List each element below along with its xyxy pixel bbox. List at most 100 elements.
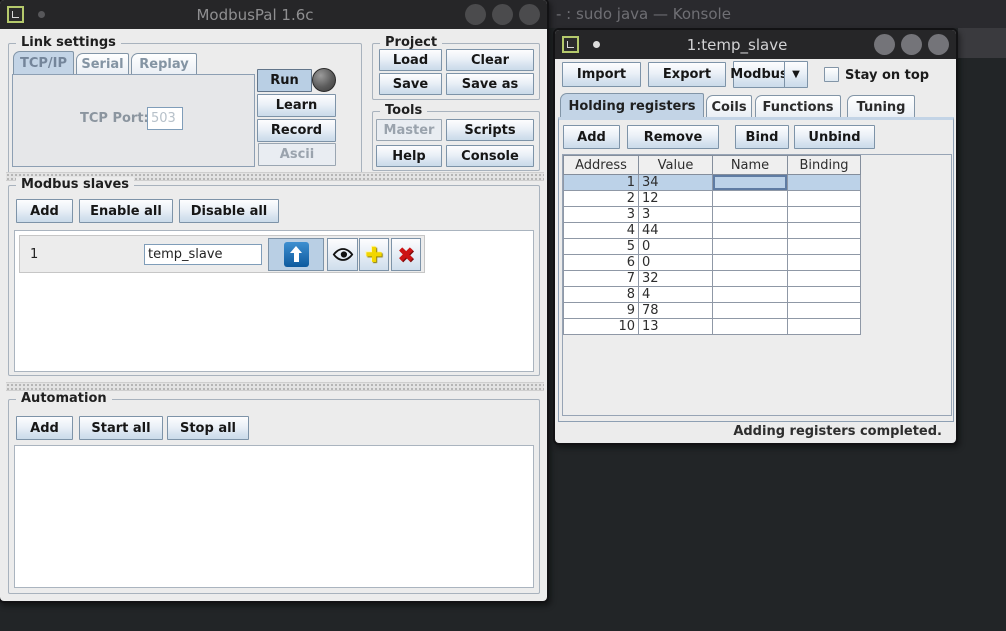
table-row[interactable]: 60	[564, 255, 861, 271]
table-cell[interactable]: 9	[564, 303, 639, 319]
table-cell[interactable]	[788, 223, 861, 239]
register-unbind-button[interactable]: Unbind	[794, 125, 875, 149]
table-cell[interactable]	[713, 223, 788, 239]
tab-holding-registers[interactable]: Holding registers	[560, 93, 704, 118]
table-row[interactable]: 50	[564, 239, 861, 255]
register-add-button[interactable]: Add	[563, 125, 620, 149]
titlebar-close-button[interactable]	[928, 34, 949, 55]
stay-on-top-checkbox[interactable]	[824, 67, 839, 82]
tcp-port-input[interactable]	[147, 107, 183, 130]
table-cell[interactable]	[713, 239, 788, 255]
column-header[interactable]: Address	[564, 156, 639, 175]
table-cell[interactable]: 3	[639, 207, 713, 223]
splitter-handle-2[interactable]	[6, 382, 544, 391]
table-cell[interactable]: 7	[564, 271, 639, 287]
titlebar-minimize-button[interactable]	[465, 4, 486, 25]
table-row[interactable]: 134	[564, 175, 861, 191]
save-button[interactable]: Save	[379, 73, 442, 95]
table-row[interactable]: 732	[564, 271, 861, 287]
slave-row[interactable]: 1 ✚ ✖	[19, 235, 425, 273]
load-button[interactable]: Load	[379, 49, 442, 71]
modbus-combo-arrow[interactable]: ▼	[784, 61, 808, 88]
automation-add-button[interactable]: Add	[16, 416, 73, 440]
window-menu-dot-icon[interactable]	[593, 41, 600, 48]
table-cell[interactable]: 4	[639, 287, 713, 303]
table-cell[interactable]: 13	[639, 319, 713, 335]
master-button[interactable]: Master	[376, 119, 442, 141]
slave-enable-toggle[interactable]	[268, 238, 324, 271]
titlebar-close-button[interactable]	[519, 4, 540, 25]
slaves-add-button[interactable]: Add	[16, 199, 73, 223]
table-cell[interactable]	[788, 175, 861, 191]
tab-replay[interactable]: Replay	[131, 53, 197, 75]
table-cell[interactable]	[713, 207, 788, 223]
titlebar-maximize-button[interactable]	[901, 34, 922, 55]
table-cell[interactable]: 32	[639, 271, 713, 287]
table-row[interactable]: 212	[564, 191, 861, 207]
slave-name-input[interactable]	[144, 244, 262, 265]
table-row[interactable]: 84	[564, 287, 861, 303]
slave-add-automation-button[interactable]: ✚	[359, 238, 389, 271]
table-cell[interactable]: 0	[639, 255, 713, 271]
table-cell[interactable]	[713, 191, 788, 207]
register-remove-button[interactable]: Remove	[627, 125, 719, 149]
record-button[interactable]: Record	[257, 119, 336, 142]
table-cell[interactable]	[713, 287, 788, 303]
tab-tcpip[interactable]: TCP/IP	[13, 51, 74, 75]
table-row[interactable]: 978	[564, 303, 861, 319]
titlebar-minimize-button[interactable]	[874, 34, 895, 55]
slave-titlebar[interactable]: 1:temp_slave	[555, 30, 956, 59]
enable-all-button[interactable]: Enable all	[79, 199, 173, 223]
registers-scrollpane[interactable]: AddressValueNameBinding 1342123344450607…	[562, 154, 952, 416]
ascii-button[interactable]: Ascii	[258, 143, 336, 166]
modbus-combo-value[interactable]: Modbus	[733, 61, 785, 88]
table-cell[interactable]: 12	[639, 191, 713, 207]
table-cell[interactable]: 3	[564, 207, 639, 223]
column-header[interactable]: Name	[713, 156, 788, 175]
tab-tuning[interactable]: Tuning	[847, 95, 915, 118]
export-button[interactable]: Export	[648, 62, 726, 87]
table-cell[interactable]: 10	[564, 319, 639, 335]
table-row[interactable]: 1013	[564, 319, 861, 335]
table-row[interactable]: 444	[564, 223, 861, 239]
table-cell[interactable]	[713, 303, 788, 319]
start-all-button[interactable]: Start all	[79, 416, 163, 440]
help-button[interactable]: Help	[376, 145, 442, 167]
slave-delete-button[interactable]: ✖	[391, 238, 421, 271]
table-cell[interactable]	[788, 255, 861, 271]
table-cell[interactable]	[713, 255, 788, 271]
table-cell[interactable]: 78	[639, 303, 713, 319]
table-cell[interactable]	[713, 319, 788, 335]
column-header[interactable]: Binding	[788, 156, 861, 175]
register-bind-button[interactable]: Bind	[735, 125, 789, 149]
tab-functions[interactable]: Functions	[755, 95, 841, 118]
table-cell[interactable]: 44	[639, 223, 713, 239]
stop-all-button[interactable]: Stop all	[167, 416, 249, 440]
table-cell[interactable]	[788, 271, 861, 287]
table-cell[interactable]	[788, 287, 861, 303]
import-button[interactable]: Import	[562, 62, 641, 87]
table-cell[interactable]	[788, 207, 861, 223]
run-button[interactable]: Run	[257, 69, 312, 92]
tab-serial[interactable]: Serial	[76, 53, 129, 75]
table-cell[interactable]	[788, 191, 861, 207]
table-cell[interactable]	[713, 271, 788, 287]
table-cell[interactable]: 4	[564, 223, 639, 239]
column-header[interactable]: Value	[639, 156, 713, 175]
table-cell[interactable]: 8	[564, 287, 639, 303]
table-cell[interactable]: 6	[564, 255, 639, 271]
save-as-button[interactable]: Save as	[446, 73, 534, 95]
table-cell[interactable]: 34	[639, 175, 713, 191]
slave-view-button[interactable]	[327, 238, 358, 271]
table-cell[interactable]: 0	[639, 239, 713, 255]
modbuspal-titlebar[interactable]: ModbusPal 1.6c	[0, 0, 547, 29]
disable-all-button[interactable]: Disable all	[179, 199, 279, 223]
table-cell[interactable]	[788, 239, 861, 255]
tab-coils[interactable]: Coils	[706, 95, 752, 118]
window-menu-dot-icon[interactable]	[38, 11, 45, 18]
table-cell[interactable]	[788, 319, 861, 335]
table-cell[interactable]: 2	[564, 191, 639, 207]
learn-button[interactable]: Learn	[257, 94, 336, 117]
table-cell[interactable]	[788, 303, 861, 319]
scripts-button[interactable]: Scripts	[446, 119, 534, 141]
